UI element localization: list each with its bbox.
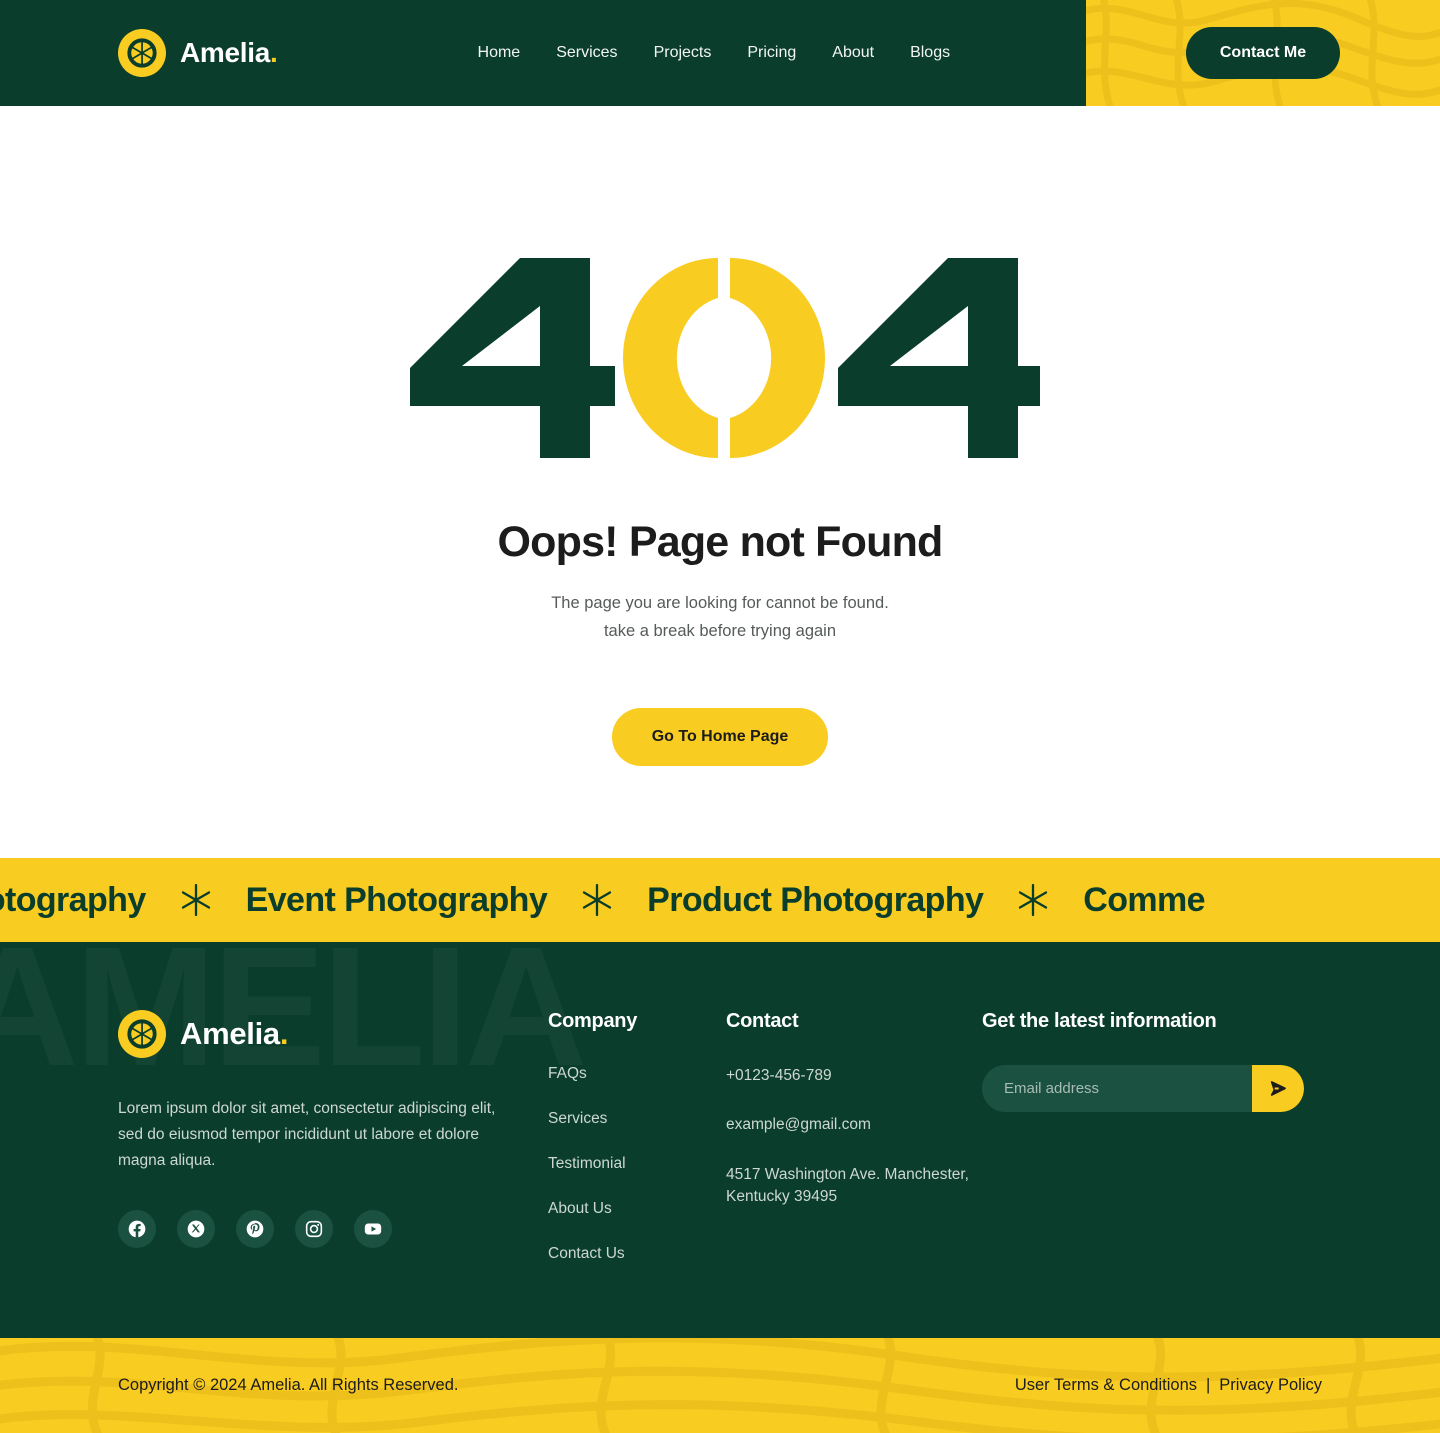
asterisk-star-icon — [582, 883, 612, 917]
footer-company-column: Company FAQs Services Testimonial About … — [548, 1010, 726, 1290]
pinterest-icon — [246, 1220, 264, 1238]
footer-logo[interactable]: Amelia. — [118, 1010, 548, 1058]
email-input[interactable] — [982, 1065, 1252, 1112]
footer-link-services[interactable]: Services — [548, 1110, 726, 1128]
legal-separator: | — [1206, 1376, 1211, 1394]
newsletter-heading: Get the latest information — [982, 1010, 1217, 1032]
header-cta-panel: Contact Me — [1086, 0, 1440, 106]
copyright-text: Copyright © 2024 Amelia. All Rights Rese… — [118, 1376, 459, 1394]
legal-links: User Terms & Conditions | Privacy Policy — [1015, 1376, 1322, 1395]
footer-link-about-us[interactable]: About Us — [548, 1200, 726, 1218]
nav-item-about[interactable]: About — [832, 44, 874, 62]
camera-aperture-icon — [118, 1010, 166, 1058]
error-page-main: Oops! Page not Found The page you are lo… — [0, 106, 1440, 858]
footer-newsletter-column: Get the latest information — [982, 1010, 1304, 1290]
nav-item-blogs[interactable]: Blogs — [910, 44, 950, 62]
nav-item-pricing[interactable]: Pricing — [747, 44, 796, 62]
contact-email[interactable]: example@gmail.com — [726, 1114, 982, 1136]
contact-heading: Contact — [726, 1010, 799, 1032]
send-arrow-icon — [1270, 1081, 1286, 1096]
camera-aperture-icon — [118, 29, 166, 77]
contact-address: 4517 Washington Ave. Manchester, Kentuck… — [726, 1165, 969, 1206]
site-header: Amelia. Home Services Projects Pricing A… — [0, 0, 1440, 106]
footer-brand-column: Amelia. Lorem ipsum dolor sit amet, cons… — [118, 1010, 548, 1290]
facebook-icon — [128, 1220, 146, 1238]
pinterest-link[interactable] — [236, 1210, 274, 1249]
newsletter-form — [982, 1065, 1304, 1112]
error-code-graphic — [410, 258, 1040, 458]
asterisk-star-icon — [1019, 883, 1048, 917]
x-twitter-link[interactable] — [177, 1210, 215, 1249]
contact-phone[interactable]: +0123-456-789 — [726, 1065, 982, 1087]
instagram-link[interactable] — [295, 1210, 333, 1249]
contact-me-button[interactable]: Contact Me — [1185, 27, 1341, 79]
youtube-link[interactable] — [354, 1210, 392, 1249]
asterisk-star-icon — [181, 883, 210, 917]
footer-brand-name: Amelia. — [180, 1016, 289, 1051]
newsletter-submit-button[interactable] — [1252, 1065, 1304, 1112]
nav-item-projects[interactable]: Projects — [654, 44, 712, 62]
services-marquee: t Photography Event Photography Product … — [0, 858, 1440, 942]
facebook-link[interactable] — [118, 1210, 156, 1249]
page-subtitle: The page you are looking for cannot be f… — [551, 594, 889, 641]
nav-item-services[interactable]: Services — [556, 44, 617, 62]
go-to-home-page-button[interactable]: Go To Home Page — [611, 707, 829, 766]
brand-dot: . — [279, 1016, 289, 1051]
footer-contact-column: Contact +0123-456-789 example@gmail.com … — [726, 1010, 982, 1290]
footer-link-contact-us[interactable]: Contact Us — [548, 1245, 726, 1263]
x-twitter-icon — [187, 1220, 205, 1238]
nav-item-home[interactable]: Home — [478, 44, 521, 62]
footer-link-faqs[interactable]: FAQs — [548, 1065, 726, 1083]
marquee-item: t Photography — [0, 880, 146, 919]
company-heading: Company — [548, 1010, 638, 1032]
footer-link-testimonial[interactable]: Testimonial — [548, 1155, 726, 1173]
privacy-policy-link[interactable]: Privacy Policy — [1219, 1376, 1322, 1395]
brand-logo[interactable]: Amelia. — [118, 29, 278, 77]
marquee-item: Comme — [1083, 880, 1205, 919]
brand-dot: . — [270, 37, 278, 68]
page-title: Oops! Page not Found — [497, 518, 943, 566]
social-links — [118, 1210, 548, 1249]
marquee-item: Event Photography — [245, 880, 548, 919]
youtube-icon — [364, 1223, 382, 1235]
instagram-icon — [305, 1220, 323, 1238]
site-footer: AMELIA Amelia. Lorem i — [0, 942, 1440, 1338]
user-terms-link[interactable]: User Terms & Conditions — [1015, 1376, 1197, 1395]
bottom-bar: Copyright © 2024 Amelia. All Rights Rese… — [0, 1338, 1440, 1433]
marquee-item: Product Photography — [647, 880, 984, 919]
marquee-track: t Photography Event Photography Product … — [0, 881, 1238, 920]
main-nav: Home Services Projects Pricing About Blo… — [478, 44, 951, 62]
footer-description: Lorem ipsum dolor sit amet, consectetur … — [118, 1100, 496, 1170]
brand-name: Amelia. — [180, 37, 278, 68]
